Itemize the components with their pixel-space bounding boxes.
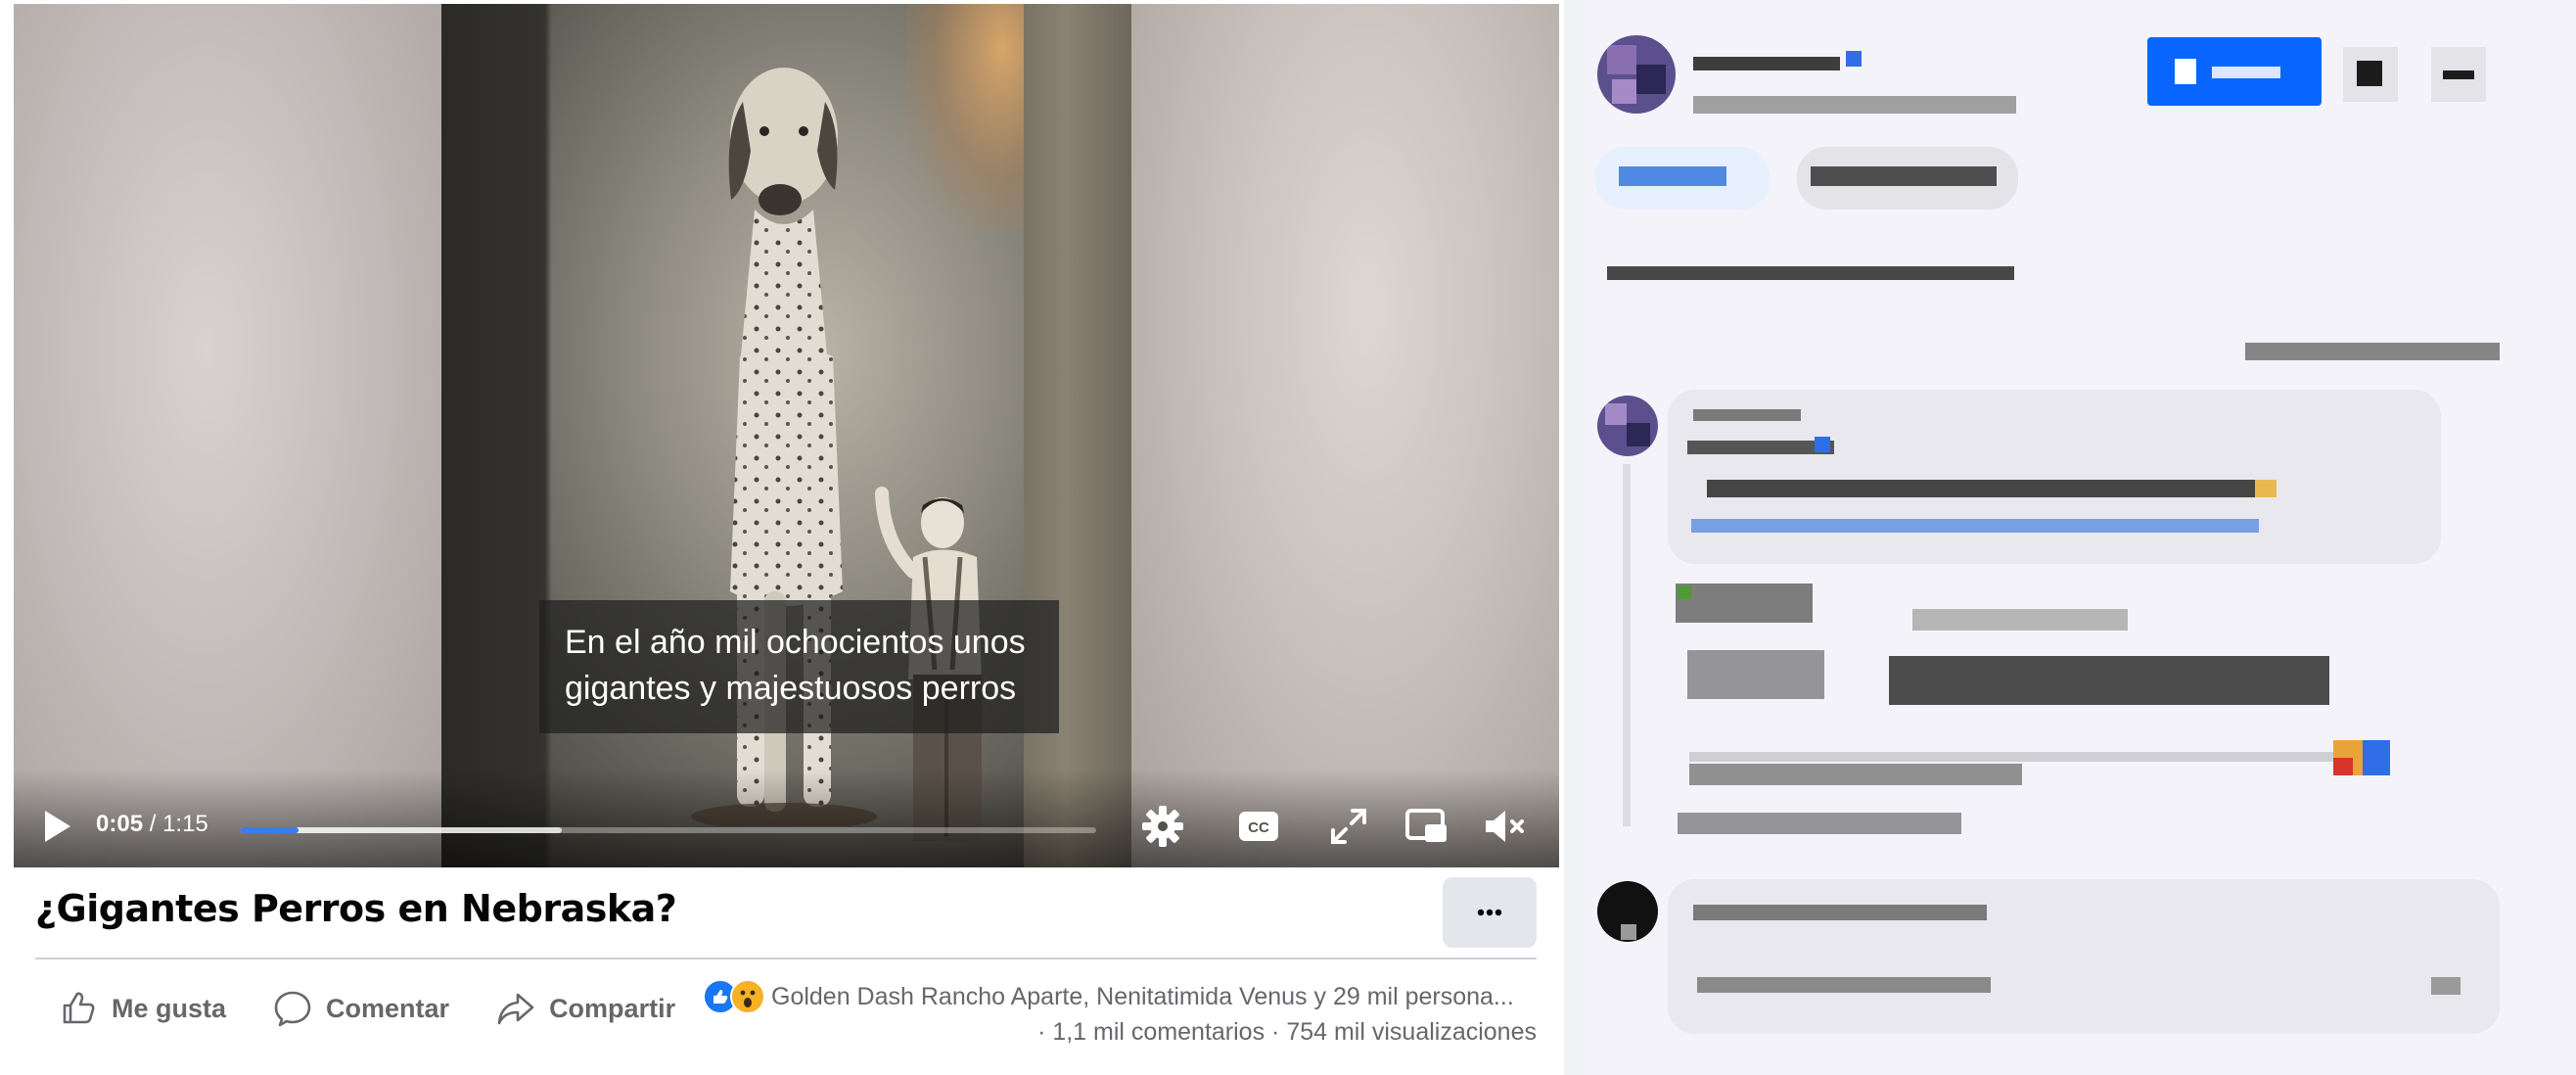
time-separator: / [149,811,157,837]
video-controls: 0:05 / 1:15 CC [14,770,1559,867]
divider [35,958,1537,959]
page-meta-pixelated [1693,96,2016,114]
gear-icon[interactable] [1139,803,1186,850]
comment-label: Comentar [326,993,450,1023]
chip-1-pixelated[interactable] [1595,147,1770,210]
share-label: Compartir [549,993,676,1023]
comment-actions-pixelated[interactable] [1676,584,1813,623]
views-count: · 754 mil visualizaciones [1271,1018,1537,1046]
close-button-pixelated[interactable] [2431,47,2486,102]
picture-in-picture-icon[interactable] [1403,803,1450,850]
video-blur-right [1131,4,1559,867]
chip-2-pixelated[interactable] [1797,147,2018,210]
video-time: 0:05 / 1:15 [96,811,208,838]
share-arrow-icon [497,993,534,1025]
reactions-summary[interactable]: Golden Dash Rancho Aparte, Nenitatimida … [703,979,1514,1014]
subtitle-line-1: En el año mil ochocientos unos [565,624,1026,661]
svg-text:CC: CC [1248,819,1269,836]
page-avatar [1597,35,1676,114]
progress-played [241,827,299,833]
commenter-avatar-2 [1597,881,1658,942]
video-blur-left [14,4,441,867]
message-button-pixelated[interactable] [2343,47,2398,102]
play-icon[interactable] [37,807,76,846]
post-text-pixelated [1607,266,2014,280]
progress-bar[interactable] [241,827,1096,833]
cc-icon[interactable]: CC [1235,803,1282,850]
post-stats: · 1,1 mil comentarios · 754 mil visualiz… [1037,1018,1537,1047]
like-label: Me gusta [112,993,227,1023]
speech-bubble-icon [274,991,311,1027]
video-post: En el año mil ochocientos unos gigantes … [0,0,1564,1075]
muted-speaker-icon[interactable] [1482,803,1529,850]
reply-actions-pixelated[interactable] [1678,813,1961,834]
current-time: 0:05 [96,811,144,837]
video-frame [441,4,1131,867]
like-button[interactable]: Me gusta [35,974,250,1043]
censored-panel [1580,0,2576,1075]
video-subtitles: En el año mil ochocientos unos gigantes … [539,600,1059,733]
comment-button[interactable]: Comentar [250,974,473,1043]
post-title: ¿Gigantes Perros en Nebraska? [35,887,677,930]
reply-text-pixelated [1889,656,2329,705]
expand-icon[interactable] [1325,803,1372,850]
post-actions: Me gusta Comentar Compartir [35,974,699,1043]
sort-control-pixelated[interactable] [2245,343,2500,360]
commenter-avatar-1 [1597,396,1658,456]
more-options-button[interactable] [1443,877,1537,948]
ellipsis-icon [1477,909,1502,916]
comment-bubble-1 [1668,390,2441,564]
video-player[interactable]: En el año mil ochocientos unos gigantes … [14,4,1559,867]
follow-button-pixelated[interactable] [2147,37,2322,106]
wow-reaction-icon [730,979,765,1014]
page-name-pixelated [1693,57,1840,70]
reactions-text: Golden Dash Rancho Aparte, Nenitatimida … [771,982,1514,1010]
thumbs-up-icon [63,992,95,1024]
comment-bubble-2 [1668,879,2500,1034]
share-button[interactable]: Compartir [473,974,699,1043]
video-duration: 1:15 [162,811,208,837]
comments-count[interactable]: · 1,1 mil comentarios [1037,1018,1265,1046]
subtitle-line-2: gigantes y majestuosos perros [565,670,1017,707]
